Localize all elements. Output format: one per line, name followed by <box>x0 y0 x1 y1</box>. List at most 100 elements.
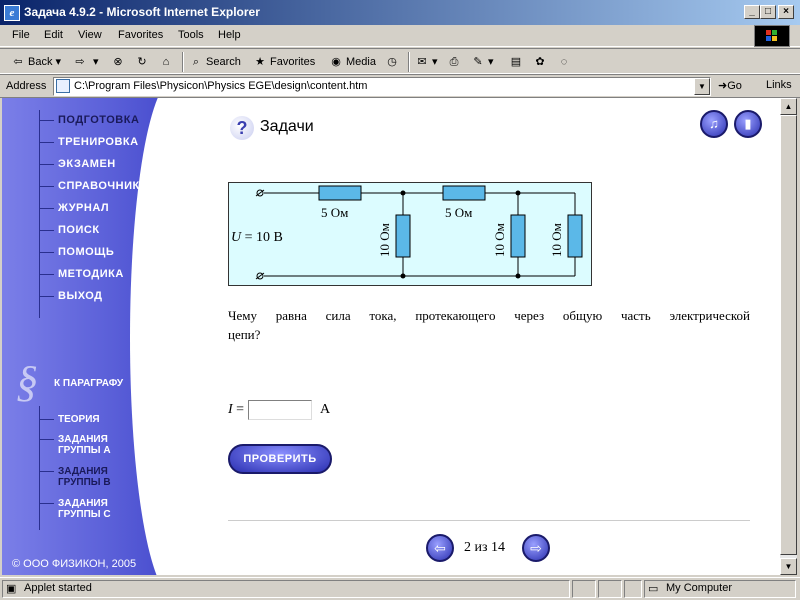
circuit-diagram: 5 Ом 5 Ом 10 Ом 10 Ом 10 Ом U = 10 В <box>228 182 592 286</box>
nav-podgotovka[interactable]: ПОДГОТОВКА <box>40 114 139 130</box>
browser-window: e Задача 4.9.2 - Microsoft Internet Expl… <box>0 0 800 600</box>
menu-edit[interactable]: Edit <box>44 29 63 41</box>
page-title: Задачи <box>260 118 314 135</box>
nav-ekzamen[interactable]: ЭКЗАМЕН <box>40 158 116 174</box>
go-arrow-icon: ➜ <box>718 80 728 92</box>
resistor-r1-label: 5 Ом <box>321 205 348 220</box>
favorites-button[interactable]: ★ Favorites <box>252 53 315 71</box>
nav-vyhod[interactable]: ВЫХОД <box>40 290 103 306</box>
subnav-group-c[interactable]: ЗАДАНИЯ ГРУППЫ С <box>40 498 111 520</box>
minimize-button[interactable]: _ <box>744 5 760 19</box>
menu-view[interactable]: View <box>78 29 102 41</box>
discuss-button[interactable]: ▤ <box>508 53 526 71</box>
links-button[interactable]: Links <box>766 79 792 91</box>
mail-button[interactable]: ✉ ▾ <box>414 53 437 71</box>
answer-input[interactable] <box>248 400 312 420</box>
address-input[interactable]: C:\Program Files\Physicon\Physics EGE\de… <box>53 77 711 96</box>
nav-pomosh[interactable]: ПОМОЩЬ <box>40 246 114 262</box>
scroll-down-button[interactable]: ▼ <box>780 558 797 575</box>
copyright: © ООО ФИЗИКОН, 2005 <box>12 558 137 570</box>
media-button[interactable]: ◉ Media <box>328 53 376 71</box>
nav-spravochnik[interactable]: СПРАВОЧНИК <box>40 180 140 196</box>
address-label: Address <box>6 80 47 92</box>
favorites-icon: ★ <box>255 56 265 68</box>
go-button[interactable]: ➜Go <box>718 79 742 92</box>
close-button[interactable]: × <box>778 5 794 19</box>
back-arrow-icon: ⇦ <box>13 56 23 68</box>
history-button[interactable]: ◷ <box>384 53 402 71</box>
back-button[interactable]: ⇦ Back ▾ <box>10 53 61 71</box>
music-note-icon: ♫ <box>709 116 719 131</box>
address-value: C:\Program Files\Physicon\Physics EGE\de… <box>74 80 368 92</box>
scroll-up-button[interactable]: ▲ <box>780 98 797 115</box>
next-task-button[interactable]: ⇨ <box>522 534 550 562</box>
prev-task-button[interactable]: ⇦ <box>426 534 454 562</box>
check-button[interactable]: ПРОВЕРИТЬ <box>228 444 332 474</box>
home-icon: ⌂ <box>162 56 170 68</box>
messenger-button[interactable]: ✿ <box>532 53 550 71</box>
book-button[interactable]: ▮ <box>734 110 762 138</box>
mail-icon: ✉ <box>417 56 427 68</box>
home-button[interactable]: ⌂ <box>158 53 176 71</box>
subnav-group-b[interactable]: ЗАДАНИЯ ГРУППЫ В <box>40 466 111 488</box>
divider <box>228 520 750 521</box>
computer-icon: ▭ <box>648 583 659 595</box>
sidebar: ПОДГОТОВКА ТРЕНИРОВКА ЭКЗАМЕН СПРАВОЧНИК… <box>2 98 160 575</box>
book-icon: ▮ <box>744 116 752 131</box>
edit-icon: ✎ <box>473 56 483 68</box>
main-panel: ? Задачи ♫ ▮ 5 Ом 5 Ом 10 Ом 10 Ом 10 Ом… <box>160 98 780 575</box>
search-button[interactable]: ⌕ Search <box>188 53 241 71</box>
to-paragraph-label: К ПАРАГРАФУ <box>54 378 124 389</box>
address-dropdown-button[interactable]: ▼ <box>694 78 710 95</box>
menu-favorites[interactable]: Favorites <box>118 29 163 41</box>
question-text: Чему равна сила тока, протекающего через… <box>228 308 750 342</box>
history-icon: ◷ <box>387 56 397 68</box>
answer-row: I = А <box>228 400 330 420</box>
messenger-icon: ✿ <box>535 56 545 68</box>
media-icon: ◉ <box>331 56 341 68</box>
resistor-r2-label: 5 Ом <box>445 205 472 220</box>
question-icon: ? <box>230 116 254 140</box>
to-paragraph-link[interactable]: § К ПАРАГРАФУ <box>16 357 160 406</box>
standard-toolbar: ⇦ Back ▾ ⇨ ▾ ⊗ ↻ ⌂ ⌕ Search ★ Favorites ◉ Me… <box>0 48 800 74</box>
answer-unit: А <box>320 402 331 417</box>
research-icon: ◌ <box>560 56 568 68</box>
title-bar: e Задача 4.9.2 - Microsoft Internet Expl… <box>0 0 800 25</box>
nav-poisk[interactable]: ПОИСК <box>40 224 100 240</box>
windows-logo-icon <box>754 25 790 47</box>
menu-file[interactable]: File <box>12 29 30 41</box>
refresh-button[interactable]: ↻ <box>134 53 152 71</box>
stop-icon: ⊗ <box>113 56 123 68</box>
nav-zhurnal[interactable]: ЖУРНАЛ <box>40 202 109 218</box>
pager-text: 2 из 14 <box>464 540 506 555</box>
resistor-r4-label: 10 Ом <box>492 223 507 257</box>
scroll-thumb[interactable] <box>780 115 797 555</box>
status-bar: ▣ Applet started ▭ My Computer <box>0 577 800 600</box>
stop-button[interactable]: ⊗ <box>110 53 128 71</box>
ie-icon: e <box>4 5 20 21</box>
resistor-r3-label: 10 Ом <box>377 223 392 257</box>
address-bar: Address C:\Program Files\Physicon\Physic… <box>0 74 800 98</box>
print-button[interactable]: ⎙ <box>446 53 464 71</box>
voltage-label: U = 10 В <box>231 230 283 245</box>
nav-trenirovka[interactable]: ТРЕНИРОВКА <box>40 136 139 152</box>
music-button[interactable]: ♫ <box>700 110 728 138</box>
paragraph-icon: § <box>16 357 38 406</box>
subnav-group-a[interactable]: ЗАДАНИЯ ГРУППЫ А <box>40 434 111 456</box>
zone-text: My Computer <box>666 582 733 594</box>
maximize-button[interactable]: □ <box>760 5 776 19</box>
subnav-teoriya[interactable]: ТЕОРИЯ <box>40 414 100 425</box>
menu-tools[interactable]: Tools <box>178 29 204 41</box>
research-button[interactable]: ◌ <box>556 53 574 71</box>
page-content: ПОДГОТОВКА ТРЕНИРОВКА ЭКЗАМЕН СПРАВОЧНИК… <box>2 98 780 575</box>
forward-arrow-icon: ⇨ <box>75 56 85 68</box>
discuss-icon: ▤ <box>510 56 522 68</box>
vertical-scrollbar[interactable]: ▲ ▼ <box>780 98 797 575</box>
arrow-right-icon: ⇨ <box>530 540 542 556</box>
refresh-icon: ↻ <box>137 56 147 68</box>
forward-button[interactable]: ⇨ ▾ <box>72 53 98 71</box>
page-icon <box>56 79 70 93</box>
edit-button[interactable]: ✎ ▾ <box>470 53 493 71</box>
menu-help[interactable]: Help <box>218 29 241 41</box>
nav-metodika[interactable]: МЕТОДИКА <box>40 268 124 284</box>
